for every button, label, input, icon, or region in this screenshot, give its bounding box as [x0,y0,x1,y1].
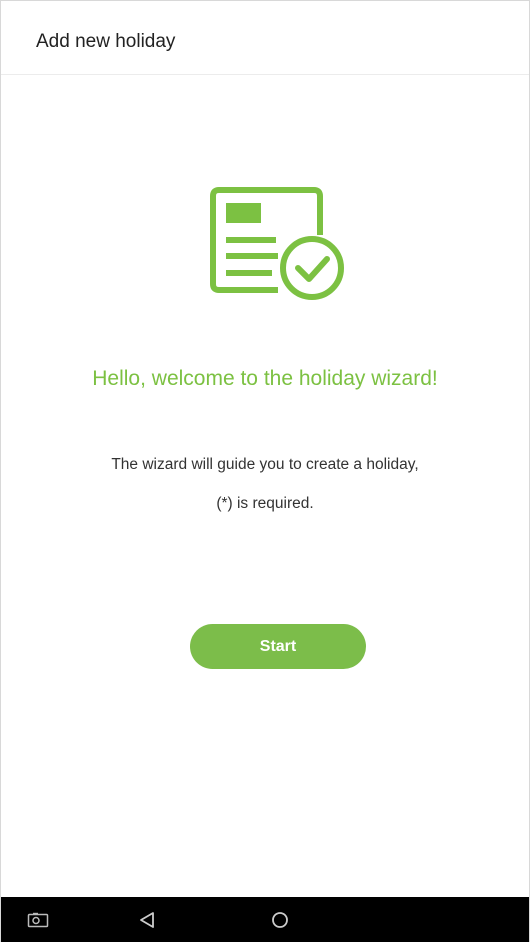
page-title: Add new holiday [36,31,176,52]
camera-icon[interactable] [23,897,53,942]
start-button[interactable]: Start [190,624,366,669]
wizard-description-line-2: (*) is required. [216,495,314,512]
app-header: Add new holiday [1,1,529,75]
holiday-wizard-document-check-icon [208,184,348,304]
home-icon[interactable] [265,897,295,942]
system-navigation-bar [1,897,529,942]
back-icon[interactable] [132,897,162,942]
welcome-heading: Hello, welcome to the holiday wizard! [92,367,438,390]
screen: Add new holiday Hello, welcome to the ho… [0,0,530,942]
wizard-description-line-1: The wizard will guide you to create a ho… [111,456,419,473]
